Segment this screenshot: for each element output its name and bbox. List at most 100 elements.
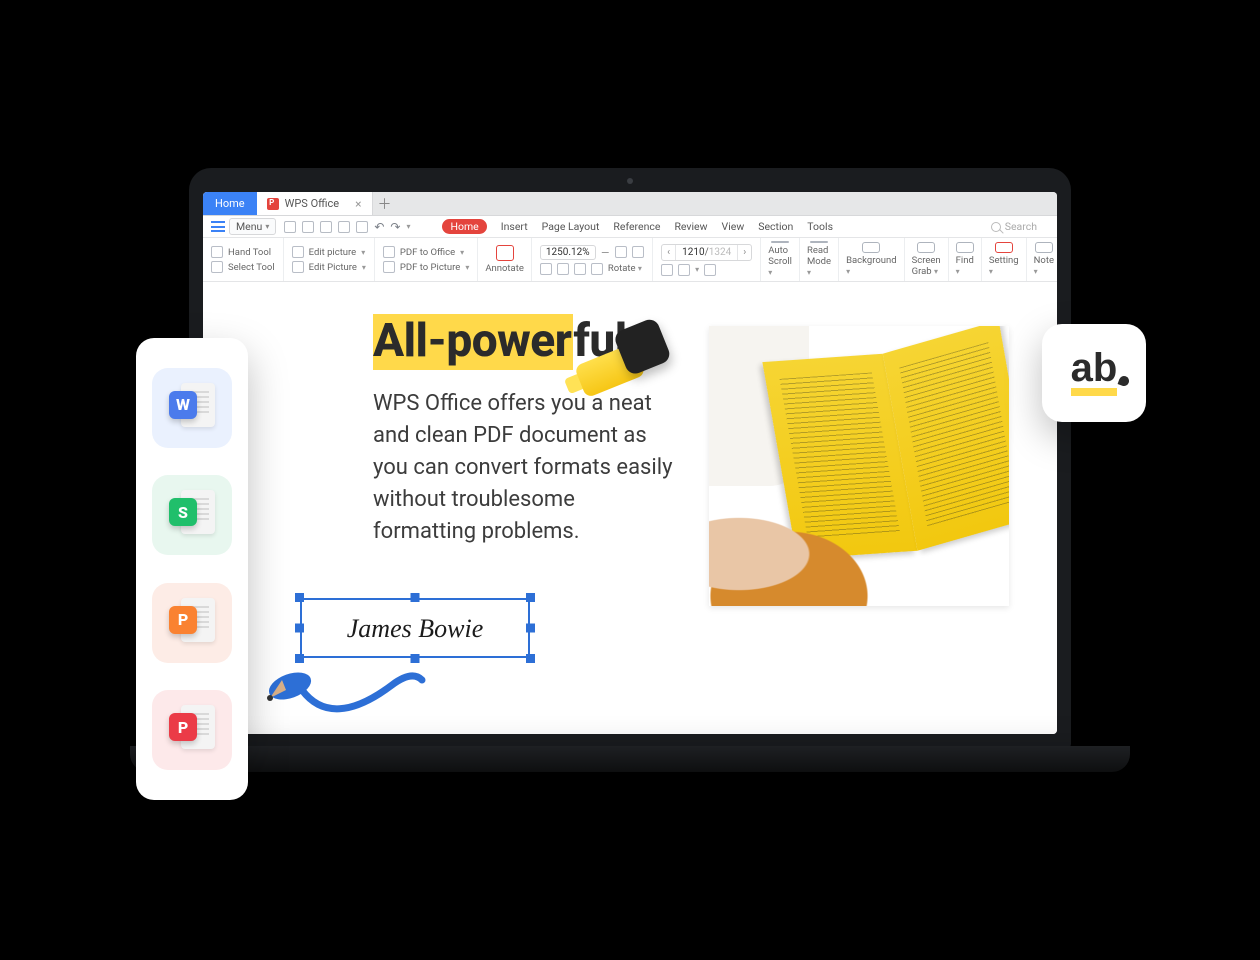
page-prev-button[interactable]: ‹ [662,245,676,260]
menu-bar: Menu▾ ↶ ↷ ▾ Home Insert Page Layout Ref [203,216,1057,238]
redo-icon[interactable]: ↷ [390,220,400,234]
zoom-tool-icon-3[interactable] [574,263,586,275]
ribbon-tab-tools[interactable]: Tools [807,220,833,233]
menu-dropdown[interactable]: Menu▾ [229,218,276,235]
presentation-badge: P [169,606,197,634]
select-tool-button[interactable]: Select Tool [211,261,275,273]
ribbon-toolbar: Hand Tool Select Tool Edit picture▾ Edit… [203,238,1057,282]
qat-more-icon[interactable]: ▾ [406,222,410,231]
zoom-tools-row: Rotate ▾ [540,263,644,275]
pen-icon [262,650,432,730]
screengrab-icon [917,242,935,253]
ribbon-tab-pagelayout[interactable]: Page Layout [542,220,600,233]
writer-badge: W [169,391,197,419]
resize-handle[interactable] [295,624,304,633]
page-nav: ‹ 1210/1324 › [661,244,752,261]
ribbon-tab-review[interactable]: Review [674,220,707,233]
background-button[interactable]: Background ▾ [839,238,905,281]
chevron-down-icon: ▾ [265,222,269,231]
zoom-group: 1250.12% － [540,245,644,260]
background-icon [862,242,880,253]
title-tabstrip: Home WPS Office × ＋ [203,192,1057,216]
save-icon[interactable] [320,221,332,233]
headline-highlight: All-power [373,314,573,370]
ribbon-tab-view[interactable]: View [722,220,745,233]
zoom-value[interactable]: 1250.12% [540,245,596,260]
auto-scroll-button[interactable]: Auto Scroll ▾ [761,238,800,281]
cursor-icon [211,261,223,273]
screen-grab-button[interactable]: Screen Grab ▾ [905,238,949,281]
resize-handle[interactable] [411,593,420,602]
signature-box[interactable]: James Bowie [300,598,530,658]
spreadsheet-badge: S [169,498,197,526]
readmode-icon [810,241,828,243]
new-icon[interactable] [284,221,296,233]
resize-handle[interactable] [526,624,535,633]
edit-icon [292,261,304,273]
search-box[interactable]: Search [991,220,1051,233]
annotate-icon [496,245,514,261]
setting-icon [995,242,1013,253]
quick-access-toolbar: ↶ ↷ ▾ [284,220,410,234]
note-icon [1035,242,1053,253]
convert-icon [383,246,395,258]
ribbon-tab-section[interactable]: Section [758,220,793,233]
zoom-tool-icon-4[interactable] [591,263,603,275]
tab-document-label: WPS Office [285,197,340,210]
ribbon-tabs: Home Insert Page Layout Reference Review… [442,219,833,234]
ribbon-tab-insert[interactable]: Insert [501,220,528,233]
undo-icon[interactable]: ↶ [374,220,384,234]
ribbon-tab-reference[interactable]: Reference [613,220,660,233]
photo [709,326,1009,606]
format-writer[interactable]: W [152,368,232,448]
format-spreadsheet[interactable]: S [152,475,232,555]
page-next-button[interactable]: › [737,245,751,260]
annotate-button[interactable]: Annotate [478,238,532,281]
ribbon-tab-home[interactable]: Home [442,219,486,234]
hand-tool-button[interactable]: Hand Tool [211,246,275,258]
print-icon[interactable] [338,221,350,233]
format-pdf[interactable]: P [152,690,232,770]
resize-handle[interactable] [526,654,535,663]
add-tab-button[interactable]: ＋ [373,192,397,215]
setting-button[interactable]: Setting ▾ [982,238,1027,281]
pdf-to-office-button[interactable]: PDF to Office▾ [383,246,469,258]
image-icon [383,261,395,273]
menu-label: Menu [236,220,262,233]
layout-icon-1[interactable] [661,264,673,276]
zoom-tool-icon[interactable] [540,263,552,275]
hamburger-icon[interactable] [209,220,227,233]
read-mode-button[interactable]: Read Mode ▾ [800,238,839,281]
layout-icon-2[interactable] [678,264,690,276]
layout-icon-3[interactable] [704,264,716,276]
edit-picture-button[interactable]: Edit picture▾ [292,246,366,258]
find-icon [956,242,974,253]
laptop-base [130,746,1130,772]
rotate-button[interactable]: Rotate ▾ [608,263,642,274]
edit-icon [292,246,304,258]
pdf-badge: P [169,713,197,741]
pdf-to-picture-button[interactable]: PDF to Picture▾ [383,261,469,273]
zoom-out-icon[interactable]: － [601,245,611,259]
resize-handle[interactable] [526,593,535,602]
note-button[interactable]: Note ▾ [1027,238,1057,281]
page-current[interactable]: 1210 [682,247,704,258]
hand-icon [211,246,223,258]
resize-handle[interactable] [295,593,304,602]
open-icon[interactable] [302,221,314,233]
preview-icon[interactable] [356,221,368,233]
close-tab-icon[interactable]: × [355,197,361,211]
page-total: 1324 [709,247,731,258]
ab-highlight-icon: ab [1071,350,1118,396]
text-highlight-card: ab [1042,324,1146,422]
find-button[interactable]: Find ▾ [949,238,982,281]
fit-width-icon[interactable] [632,246,644,258]
edit-picture-button-2[interactable]: Edit Picture▾ [292,261,366,273]
autoscroll-icon [771,241,789,243]
tab-document[interactable]: WPS Office × [257,192,373,215]
tab-home[interactable]: Home [203,192,257,215]
fit-icon[interactable] [615,246,627,258]
format-presentation[interactable]: P [152,583,232,663]
zoom-tool-icon-2[interactable] [557,263,569,275]
pdf-app-icon [267,198,279,210]
